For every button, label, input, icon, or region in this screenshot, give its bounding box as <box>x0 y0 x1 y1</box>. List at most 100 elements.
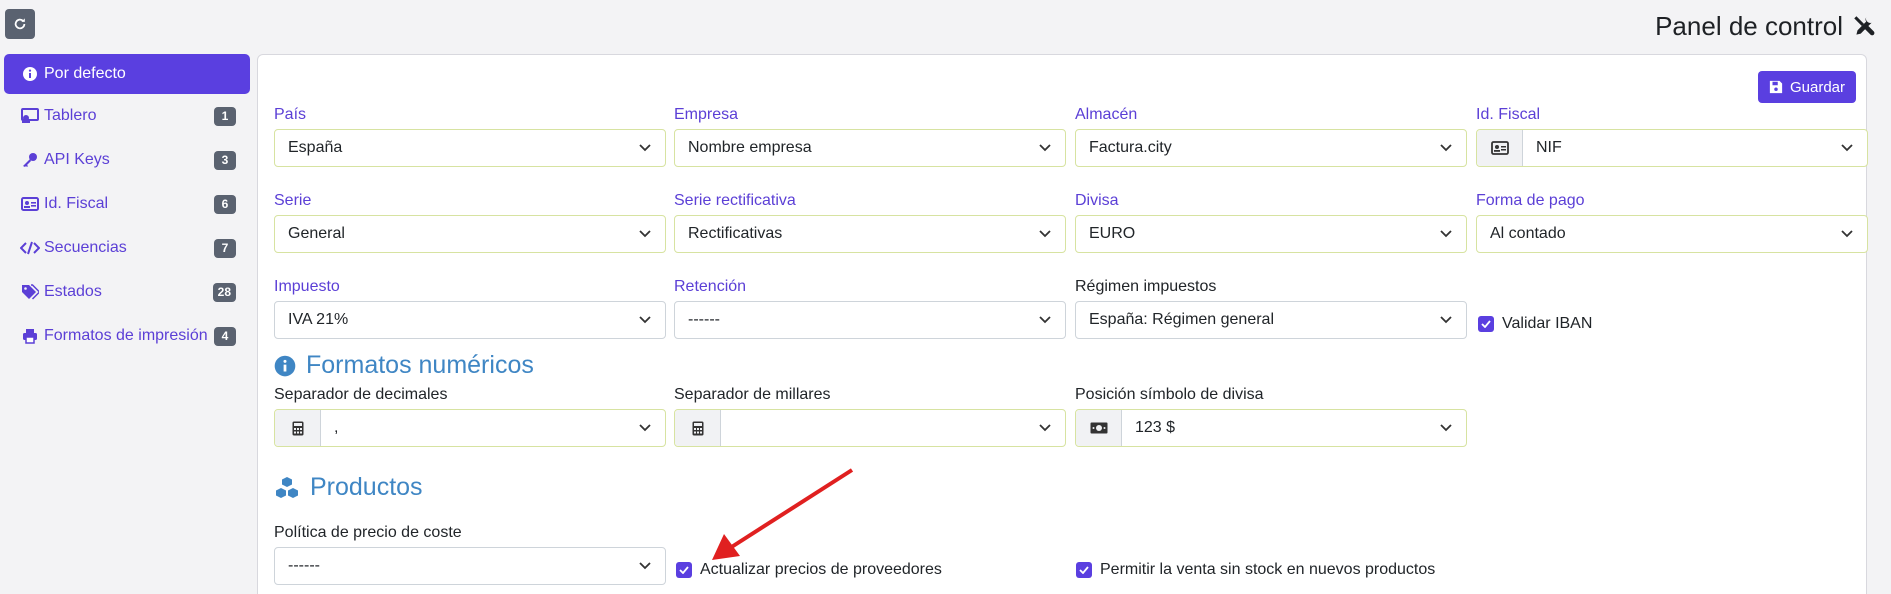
empresa-value: Nombre empresa <box>688 139 812 156</box>
divisa-value: EURO <box>1089 225 1136 242</box>
idfiscal-select[interactable]: NIF <box>1476 129 1868 167</box>
section-title: Productos <box>310 473 423 501</box>
venta-sin-stock-label: Permitir la venta sin stock en nuevos pr… <box>1100 561 1436 578</box>
key-icon <box>20 150 40 170</box>
save-button[interactable]: Guardar <box>1757 71 1856 103</box>
cubes-icon <box>276 476 298 498</box>
serie-field: Serie General <box>274 190 666 253</box>
chevron-down-icon <box>1025 130 1065 166</box>
serie-rectificativa-select[interactable]: Rectificativas <box>674 215 1066 253</box>
retencion-select[interactable]: ------ <box>674 301 1066 339</box>
count-badge: 28 <box>212 282 236 302</box>
separador-millares-select[interactable] <box>674 409 1066 447</box>
impuesto-label: Impuesto <box>274 278 340 295</box>
forma-pago-select[interactable]: Al contado <box>1476 215 1868 253</box>
checkbox-checked-icon <box>1076 562 1092 578</box>
sidebar-item-formatos-impresion[interactable]: Formatos de impresión 4 <box>4 314 250 358</box>
chevron-down-icon <box>625 216 665 252</box>
retencion-field: Retención ------ <box>674 276 1066 339</box>
separador-millares-label: Separador de millares <box>674 386 831 403</box>
chevron-down-icon <box>1827 130 1867 166</box>
serie-rectificativa-field: Serie rectificativa Rectificativas <box>674 190 1066 253</box>
idfiscal-value: NIF <box>1536 139 1562 156</box>
sidebar-item-por-defecto[interactable]: Por defecto <box>4 54 250 94</box>
posicion-divisa-label: Posición símbolo de divisa <box>1075 386 1264 403</box>
money-bill-icon <box>1076 410 1122 446</box>
validar-iban-checkbox[interactable]: Validar IBAN <box>1478 315 1592 333</box>
info-circle-icon <box>274 355 296 376</box>
sidebar-item-tablero[interactable]: Tablero 1 <box>4 94 250 138</box>
pais-field: País España <box>274 104 666 167</box>
pais-value: España <box>288 139 343 156</box>
sidebar-item-label: Tablero <box>44 107 97 124</box>
separador-decimales-select[interactable]: , <box>274 409 666 447</box>
calculator-icon <box>275 410 321 446</box>
sidebar: Por defecto Tablero 1 API Keys 3 Id. Fis… <box>4 54 250 358</box>
posicion-divisa-select[interactable]: 123 $ <box>1075 409 1467 447</box>
empresa-label: Empresa <box>674 106 739 123</box>
separador-decimales-field: Separador de decimales , <box>274 384 666 447</box>
chevron-down-icon <box>625 302 665 338</box>
refresh-button[interactable] <box>5 9 35 39</box>
politica-precio-select[interactable]: ------ <box>274 547 666 585</box>
sidebar-item-label: Estados <box>44 283 102 300</box>
save-icon <box>1769 80 1783 94</box>
sidebar-item-estados[interactable]: Estados 28 <box>4 270 250 314</box>
almacen-field: Almacén Factura.city <box>1075 104 1467 167</box>
print-icon <box>20 326 40 346</box>
divisa-select[interactable]: EURO <box>1075 215 1467 253</box>
serie-rectificativa-value: Rectificativas <box>688 225 783 242</box>
section-productos: Productos <box>274 473 423 502</box>
chevron-down-icon <box>625 548 665 584</box>
save-button-label: Guardar <box>1789 78 1845 96</box>
pais-label: País <box>274 106 307 123</box>
impuesto-value: IVA 21% <box>288 311 349 328</box>
venta-sin-stock-checkbox[interactable]: Permitir la venta sin stock en nuevos pr… <box>1076 561 1435 579</box>
posicion-divisa-field: Posición símbolo de divisa 123 $ <box>1075 384 1467 447</box>
code-icon <box>20 238 40 258</box>
impuesto-select[interactable]: IVA 21% <box>274 301 666 339</box>
idfiscal-label: Id. Fiscal <box>1476 106 1541 123</box>
chevron-down-icon <box>625 130 665 166</box>
pais-select[interactable]: España <box>274 129 666 167</box>
divisa-field: Divisa EURO <box>1075 190 1467 253</box>
sidebar-item-label: Id. Fiscal <box>44 195 109 212</box>
sidebar-item-api-keys[interactable]: API Keys 3 <box>4 138 250 182</box>
chevron-down-icon <box>1426 302 1466 338</box>
tools-icon <box>1854 16 1875 36</box>
id-card-icon <box>20 194 40 214</box>
sidebar-item-secuencias[interactable]: Secuencias 7 <box>4 226 250 270</box>
page-title: Panel de control <box>1655 10 1877 42</box>
count-badge: 1 <box>214 106 236 126</box>
count-badge: 3 <box>214 150 236 170</box>
tags-icon <box>20 282 40 302</box>
separador-decimales-label: Separador de decimales <box>274 386 448 403</box>
forma-pago-value: Al contado <box>1490 225 1566 242</box>
validar-iban-label: Validar IBAN <box>1502 315 1593 332</box>
section-title: Formatos numéricos <box>306 351 534 379</box>
politica-precio-value: ------ <box>288 557 320 574</box>
serie-value: General <box>288 225 345 242</box>
refresh-icon <box>14 18 26 30</box>
forma-pago-label: Forma de pago <box>1476 192 1585 209</box>
chevron-down-icon <box>1025 410 1065 446</box>
politica-precio-label: Política de precio de coste <box>274 524 462 541</box>
serie-rectificativa-label: Serie rectificativa <box>674 192 796 209</box>
divisa-label: Divisa <box>1075 192 1119 209</box>
regimen-field: Régimen impuestos España: Régimen genera… <box>1075 276 1467 339</box>
settings-panel: Guardar País España Empresa Nombre empre… <box>257 54 1868 594</box>
almacen-value: Factura.city <box>1089 139 1172 156</box>
chevron-down-icon <box>1025 216 1065 252</box>
retencion-value: ------ <box>688 311 720 328</box>
almacen-select[interactable]: Factura.city <box>1075 129 1467 167</box>
count-badge: 7 <box>214 238 236 258</box>
id-card-icon <box>1477 130 1523 166</box>
serie-select[interactable]: General <box>274 215 666 253</box>
idfiscal-field: Id. Fiscal NIF <box>1476 104 1868 167</box>
section-formatos-numericos: Formatos numéricos <box>274 351 534 380</box>
almacen-label: Almacén <box>1075 106 1138 123</box>
regimen-select[interactable]: España: Régimen general <box>1075 301 1467 339</box>
empresa-select[interactable]: Nombre empresa <box>674 129 1066 167</box>
sidebar-item-id-fiscal[interactable]: Id. Fiscal 6 <box>4 182 250 226</box>
chevron-down-icon <box>1426 130 1466 166</box>
